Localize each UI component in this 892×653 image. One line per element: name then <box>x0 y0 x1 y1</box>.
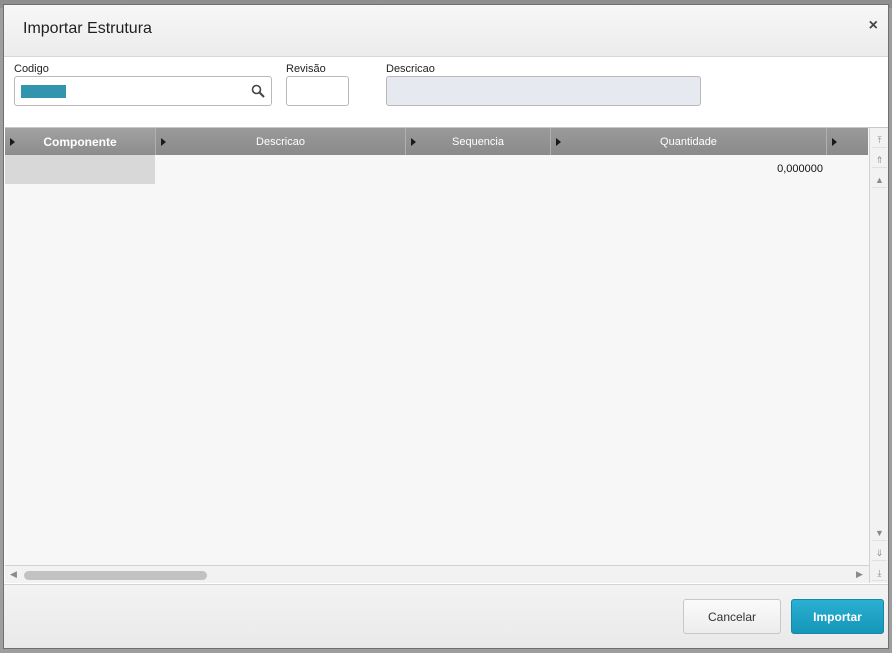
scroll-right-icon[interactable]: ▶ <box>856 569 863 580</box>
dialog-footer: Cancelar Importar <box>4 584 888 648</box>
scroll-left-icon[interactable]: ◀ <box>10 569 17 580</box>
scroll-top-icon[interactable]: ⤒ <box>872 132 887 148</box>
search-icon[interactable] <box>251 84 265 98</box>
column-header-descricao[interactable]: Descricao <box>156 128 406 155</box>
sort-arrow-icon <box>161 138 166 146</box>
sort-arrow-icon <box>556 138 561 146</box>
cell-componente[interactable] <box>5 155 155 184</box>
sort-arrow-icon <box>411 138 416 146</box>
close-icon[interactable]: × <box>869 18 878 34</box>
column-header-sequencia[interactable]: Sequencia <box>406 128 551 155</box>
vertical-scrollbar[interactable]: ⤒ ⇑ ▲ ▼ ⇓ ⤓ <box>869 128 888 583</box>
table-row[interactable]: 0,000000 <box>5 155 868 184</box>
structure-grid: Componente Descricao Sequencia Quantidad… <box>5 127 888 583</box>
codigo-selected-text <box>21 85 66 98</box>
scroll-up-icon[interactable]: ▲ <box>872 172 887 188</box>
descricao-label: Descricao <box>386 63 435 75</box>
column-header-label: Quantidade <box>660 135 717 148</box>
revisao-label: Revisão <box>286 63 326 75</box>
grid-header: Componente Descricao Sequencia Quantidad… <box>5 128 868 155</box>
cell-quantidade[interactable]: 0,000000 <box>551 155 823 184</box>
import-structure-dialog: Importar Estrutura × Codigo Revisão Desc… <box>3 4 889 649</box>
import-button[interactable]: Importar <box>791 599 884 634</box>
dialog-title: Importar Estrutura <box>23 20 152 37</box>
cancel-button[interactable]: Cancelar <box>683 599 781 634</box>
codigo-label: Codigo <box>14 63 49 75</box>
column-header-quantidade[interactable]: Quantidade <box>551 128 827 155</box>
codigo-input[interactable] <box>14 76 272 106</box>
revisao-input[interactable] <box>286 76 349 106</box>
scroll-page-down-icon[interactable]: ⇓ <box>872 545 887 561</box>
sort-arrow-icon <box>10 138 15 146</box>
horizontal-scrollbar[interactable]: ◀ ▶ <box>5 565 869 583</box>
scroll-bottom-icon[interactable]: ⤓ <box>872 565 887 581</box>
sort-arrow-icon <box>832 138 837 146</box>
descricao-field <box>386 76 701 106</box>
column-header-label: Descricao <box>256 135 305 148</box>
column-header-label: Sequencia <box>452 135 504 148</box>
scroll-down-icon[interactable]: ▼ <box>872 525 887 541</box>
scroll-page-up-icon[interactable]: ⇑ <box>872 152 887 168</box>
column-header-label: Componente <box>43 134 117 149</box>
dialog-header: Importar Estrutura × <box>4 5 888 57</box>
column-header-extra[interactable] <box>827 128 868 155</box>
horizontal-scroll-thumb[interactable] <box>24 571 207 580</box>
column-header-componente[interactable]: Componente <box>5 128 156 155</box>
